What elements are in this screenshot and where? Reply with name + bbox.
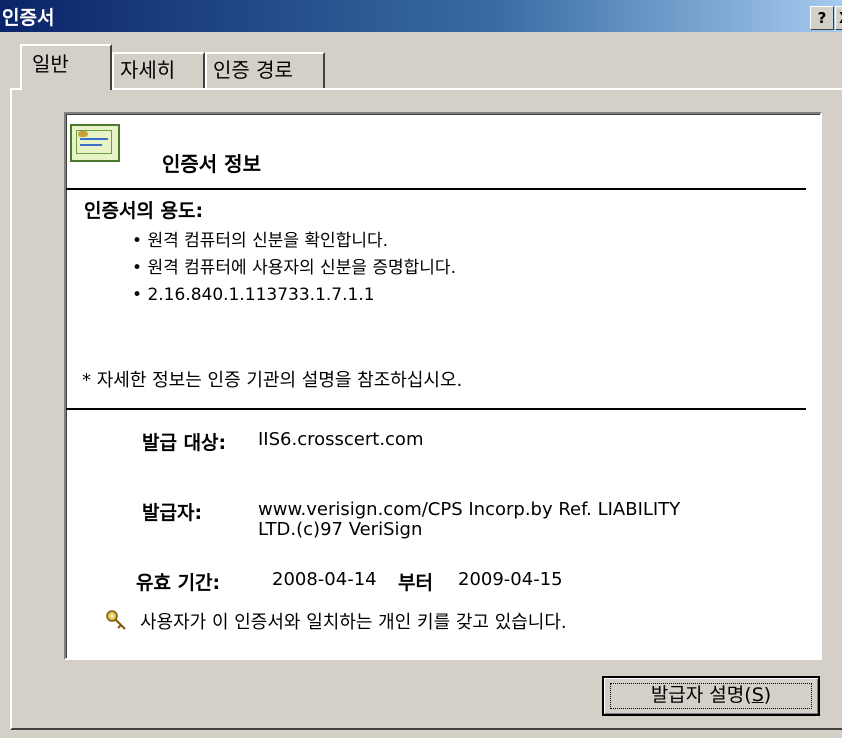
title-bar: 인증서 ? X [0, 0, 842, 32]
purpose-item: 원격 컴퓨터의 신분을 확인합니다. [132, 228, 456, 255]
purpose-item: 2.16.840.1.113733.1.7.1.1 [132, 282, 456, 309]
purpose-item: 원격 컴퓨터에 사용자의 신분을 증명합니다. [132, 255, 456, 282]
issued-by-value-line2: LTD.(c)97 VeriSign [258, 519, 423, 540]
divider [66, 408, 806, 410]
tab-general[interactable]: 일반 [20, 44, 112, 90]
private-key-note: 사용자가 이 인증서와 일치하는 개인 키를 갖고 있습니다. [140, 612, 567, 633]
window-title: 인증서 [2, 7, 55, 29]
validity-label: 유효 기간: [136, 572, 221, 594]
tab-certification-path[interactable]: 인증 경로 [205, 52, 325, 88]
certificate-info-box: 인증서 정보 인증서의 용도: 원격 컴퓨터의 신분을 확인합니다. 원격 컴퓨… [64, 112, 822, 660]
tab-details[interactable]: 자세히 [112, 52, 205, 88]
valid-to-value: 2009-04-15 [458, 569, 563, 590]
more-info-note: * 자세한 정보는 인증 기관의 설명을 참조하십시오. [82, 370, 463, 391]
divider [66, 188, 806, 190]
close-button[interactable]: X [835, 6, 842, 30]
valid-from-value: 2008-04-14 [272, 569, 377, 590]
info-heading: 인증서 정보 [162, 152, 261, 176]
issued-to-label: 발급 대상: [142, 432, 227, 454]
help-button[interactable]: ? [810, 6, 834, 30]
key-icon [106, 610, 126, 630]
validity-from-word: 부터 [398, 572, 433, 594]
issued-to-value: IIS6.crosscert.com [258, 429, 424, 450]
issued-by-value-line1: www.verisign.com/CPS Incorp.by Ref. LIAB… [258, 499, 681, 520]
issuer-statement-button[interactable]: 발급자 설명(S) [602, 676, 820, 716]
issued-by-label: 발급자: [142, 502, 203, 524]
certificate-icon [70, 124, 120, 162]
purpose-list: 원격 컴퓨터의 신분을 확인합니다. 원격 컴퓨터에 사용자의 신분을 증명합니… [132, 228, 456, 309]
purpose-title: 인증서의 용도: [84, 200, 204, 222]
